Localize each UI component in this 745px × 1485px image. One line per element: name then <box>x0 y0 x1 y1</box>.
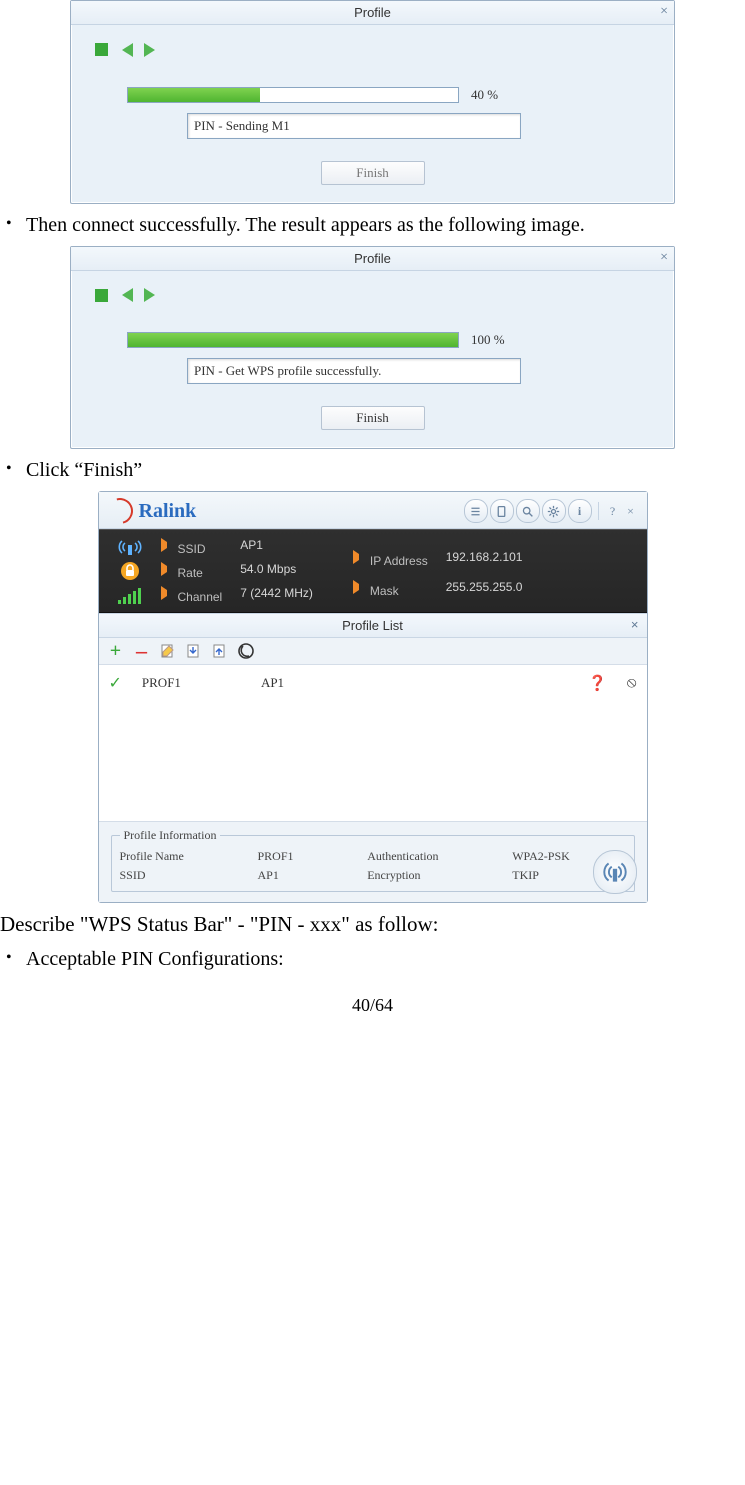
signal-bars-icon <box>118 586 141 604</box>
close-icon[interactable]: × <box>660 250 668 266</box>
profile-list[interactable]: ✓ PROF1 AP1 ❓ ⦸ <box>99 665 647 822</box>
add-icon[interactable]: + <box>107 642 125 660</box>
status-field <box>187 113 521 139</box>
profile-ssid-label: SSID <box>120 868 240 883</box>
body-text: Describe "WPS Status Bar" - "PIN - xxx" … <box>0 911 745 938</box>
separator <box>598 502 599 520</box>
brand-text: Ralink <box>139 500 197 523</box>
search-icon[interactable] <box>516 499 540 523</box>
progress-bar <box>127 87 459 103</box>
connection-status-panel: SSID AP1 Rate 54.0 Mbps Channel 7 (2442 MHz… <box>99 529 647 613</box>
progress-bar <box>127 332 459 348</box>
auth-label: Authentication <box>367 849 494 864</box>
ralink-logo: Ralink <box>107 498 197 524</box>
help-icon[interactable]: ? <box>605 500 621 522</box>
gear-icon[interactable] <box>542 499 566 523</box>
profile-list-title: Profile List × <box>99 613 647 638</box>
mask-value: 255.255.255.0 <box>446 580 523 604</box>
profile-list-title-text: Profile List <box>342 618 403 633</box>
profile-name-label: Profile Name <box>120 849 240 864</box>
wps-indicator-icon: ❓ <box>588 674 607 693</box>
profile-info-legend: Profile Information <box>120 828 221 843</box>
rate-value: 54.0 Mbps <box>240 562 313 580</box>
profile-name-value: PROF1 <box>258 849 350 864</box>
forward-icon[interactable] <box>144 288 155 302</box>
logo-icon <box>102 493 138 529</box>
dialog-toolbar <box>87 281 658 305</box>
back-icon[interactable] <box>122 43 133 57</box>
secure-indicator-icon: ⦸ <box>627 674 637 692</box>
stop-icon[interactable] <box>95 43 108 56</box>
wifi-badge-icon[interactable] <box>593 850 637 894</box>
profile-row[interactable]: ✓ PROF1 AP1 ❓ ⦸ <box>109 673 637 693</box>
progress-percent: 40 % <box>471 87 498 103</box>
mask-label: Mask <box>353 580 428 604</box>
remove-icon[interactable]: – <box>133 642 151 660</box>
bullet-text: Click “Finish” <box>0 457 745 483</box>
profile-dialog-1: Profile × 40 % Finish <box>70 0 675 204</box>
dialog-title: Profile × <box>71 1 674 25</box>
list-icon[interactable] <box>464 499 488 523</box>
profile-ssid-value: AP1 <box>258 868 350 883</box>
dialog-toolbar <box>87 35 658 59</box>
progress-fill <box>128 88 260 102</box>
export-icon[interactable] <box>211 642 229 660</box>
profile-name: PROF1 <box>142 675 181 691</box>
wps-icon[interactable] <box>237 642 255 660</box>
bullet-text: Then connect successfully. The result ap… <box>0 212 745 238</box>
status-field <box>187 358 521 384</box>
check-icon: ✓ <box>109 673 122 693</box>
page-icon[interactable] <box>490 499 514 523</box>
ssid-label: SSID <box>161 538 223 556</box>
close-icon[interactable]: × <box>623 500 639 522</box>
encryption-label: Encryption <box>367 868 494 883</box>
ip-label: IP Address <box>353 550 428 574</box>
profile-list-toolbar: + – <box>99 638 647 665</box>
close-icon[interactable]: × <box>631 617 639 632</box>
page-number: 40/64 <box>0 994 745 1017</box>
lock-icon <box>119 560 141 582</box>
rate-label: Rate <box>161 562 223 580</box>
ip-value: 192.168.2.101 <box>446 550 523 574</box>
dialog-title-text: Profile <box>354 251 391 266</box>
profile-dialog-2: Profile × 100 % Finish <box>70 246 675 450</box>
profile-information: Profile Information Profile Name PROF1 A… <box>99 822 647 902</box>
antenna-icon <box>116 538 144 556</box>
forward-icon[interactable] <box>144 43 155 57</box>
dialog-title-text: Profile <box>354 5 391 20</box>
back-icon[interactable] <box>122 288 133 302</box>
bullet-text: Acceptable PIN Configurations: <box>0 946 745 972</box>
channel-label: Channel <box>161 586 223 604</box>
finish-button[interactable]: Finish <box>321 406 425 430</box>
progress-fill <box>128 333 458 347</box>
stop-icon[interactable] <box>95 289 108 302</box>
progress-percent: 100 % <box>471 332 505 348</box>
dialog-title: Profile × <box>71 247 674 271</box>
ralink-window: Ralink i ? × SSID AP1 <box>98 491 648 903</box>
import-icon[interactable] <box>185 642 203 660</box>
info-icon[interactable]: i <box>568 499 592 523</box>
finish-button[interactable]: Finish <box>321 161 425 185</box>
channel-value: 7 (2442 MHz) <box>240 586 313 604</box>
profile-ssid: AP1 <box>261 675 284 691</box>
close-icon[interactable]: × <box>660 4 668 20</box>
ssid-value: AP1 <box>240 538 313 556</box>
edit-icon[interactable] <box>159 642 177 660</box>
